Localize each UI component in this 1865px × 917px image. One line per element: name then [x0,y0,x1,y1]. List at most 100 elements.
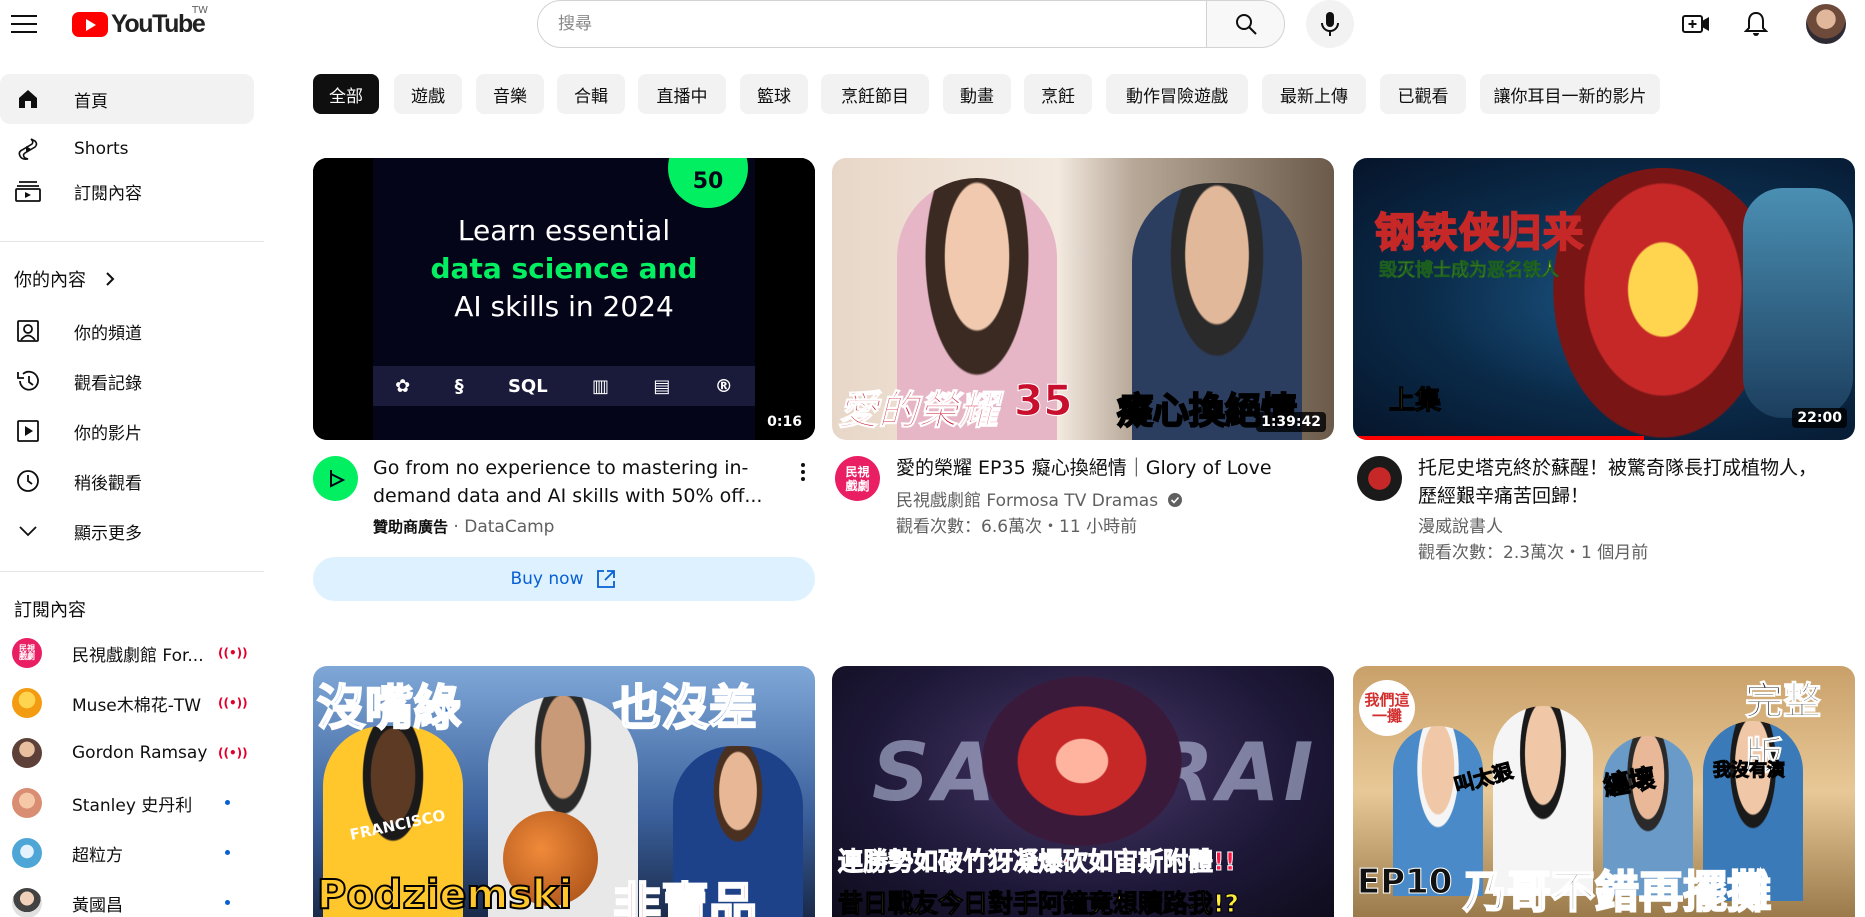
sidebar-subscription-channel[interactable]: 超粒方 [0,828,254,878]
live-indicator-icon: ((•)) [218,696,248,710]
thumbnail-overlay-tag: 上集 [1388,386,1442,417]
chip-watched[interactable]: 已觀看 [1380,74,1466,114]
video-thumbnail[interactable]: 愛的榮耀 35 癡心換絕情 1:39:42 [832,158,1334,440]
search-box[interactable] [537,0,1207,48]
account-avatar[interactable] [1806,4,1846,44]
buy-now-label: Buy now [510,569,584,589]
guide-menu-button[interactable] [4,4,44,44]
video-thumbnail[interactable]: 沒嘴綠 也沒差 FRANCISCO Podziemski 非賣品 [313,666,815,917]
voice-search-button[interactable] [1306,0,1354,48]
sidebar-item-show-more[interactable]: 顯示更多 [0,506,254,556]
verified-badge-icon [1168,493,1183,507]
chip-gaming[interactable]: 遊戲 [394,74,462,114]
openai-icon: ✿ [395,375,411,397]
search-button[interactable] [1206,0,1285,48]
you-section-link[interactable]: 你的內容 [14,266,120,292]
you-section-heading: 你的內容 [14,270,86,291]
chip-cooking-shows[interactable]: 烹飪節目 [821,74,929,114]
youtube-app: YouTube TW 首頁 Shor [0,0,1865,917]
video-thumbnail[interactable]: SAMURAI 連勝勢如破竹犽凝爆砍如宙斯附體!! 昔日戰友今日對手阿鐘竟想贖路… [832,666,1334,917]
sidebar-subscription-channel[interactable]: 黃國昌 [0,878,254,917]
iron-man-figure [1553,168,1773,438]
chip-action-adventure-games[interactable]: 動作冒險遊戲 [1106,74,1248,114]
live-indicator-icon: ((•)) [218,646,248,660]
sidebar-item-your-videos[interactable]: 你的影片 [0,406,254,456]
video-thumbnail[interactable]: 我們這一攤 完整版 叫太狠 纏壞 我沒有演 EP10 乃哥不錯再擺攤 [1353,666,1855,917]
sidebar-item-label: 稍後觀看 [74,473,142,494]
thumbnail-tool-icons: ✿ § SQL ▥ ▤ ® [373,366,755,406]
chip-new-to-you[interactable]: 讓你耳目一新的影片 [1480,74,1660,114]
video-thumbnail[interactable]: 钢铁侠归来 毁灭博士成为恶名铁人 上集 22:00 [1353,158,1855,440]
chip-recently-uploaded[interactable]: 最新上傳 [1262,74,1366,114]
chip-music[interactable]: 音樂 [476,74,544,114]
video-title[interactable]: Go from no experience to mastering in-de… [373,454,783,510]
thumbnail-line: data science and [430,252,698,285]
channel-avatar[interactable] [313,456,358,501]
chip-basketball[interactable]: 籃球 [740,74,808,114]
channel-avatar[interactable]: 民視 戲劇 [835,456,880,501]
channel-name[interactable]: 漫威說書人 [1418,514,1503,540]
subscription-name: 黃國昌 [72,895,123,916]
create-button[interactable] [1676,4,1716,44]
meta-separator: · [453,517,465,537]
sql-label: SQL [507,375,548,397]
buy-now-button[interactable]: Buy now [313,557,815,601]
thumbnail-overlay-text: 非賣品 [612,877,758,917]
sidebar-item-label: 顯示更多 [74,523,142,544]
chip-mixes[interactable]: 合輯 [557,74,625,114]
channel-avatar [12,788,42,818]
channel-avatar [12,688,42,718]
sidebar-subscription-channel[interactable]: Gordon Ramsay ((•)) [0,728,254,778]
chip-all[interactable]: 全部 [313,74,379,114]
microphone-icon [1321,12,1339,36]
sidebar-item-home[interactable]: 首頁 [0,74,254,124]
thumbnail-overlay-text: 昔日戰友今日對手阿鐘竟想贖路我!? [838,889,1240,917]
new-content-dot [225,900,230,905]
sidebar-item-your-channel[interactable]: 你的頻道 [0,306,254,356]
youtube-logo[interactable]: YouTube [72,10,206,38]
new-content-dot [225,850,230,855]
r-icon: ® [714,375,733,397]
search-input[interactable] [558,14,1206,34]
watch-later-icon [14,467,42,495]
sidebar-subscription-channel[interactable]: Stanley 史丹利 [0,778,254,828]
new-content-dot [225,800,230,805]
more-actions-button[interactable] [791,460,815,484]
letterbox-left [313,158,373,440]
villain-figure [1743,188,1853,418]
character-figure [982,676,1182,846]
video-title[interactable]: 托尼史塔克終於蘇醒！被驚奇隊長打成植物人，歷經艱辛痛苦回歸！ [1418,454,1818,510]
episode-label: EP10 [1356,862,1453,903]
chip-live[interactable]: 直播中 [638,74,726,114]
channel-name-row[interactable]: 民視戲劇館 Formosa TV Dramas [896,488,1183,514]
video-thumbnail[interactable]: 50 Learn essential data science and AI s… [313,158,815,440]
chip-animation[interactable]: 動畫 [943,74,1011,114]
sidebar-item-history[interactable]: 觀看記錄 [0,356,254,406]
ad-channel-name[interactable]: DataCamp [464,517,554,537]
sidebar-item-watch-later[interactable]: 稍後觀看 [0,456,254,506]
bell-icon [1744,11,1768,36]
notifications-button[interactable] [1736,4,1776,44]
channel-avatar[interactable] [1357,456,1402,501]
shorts-icon [14,135,42,163]
channel-icon [14,317,42,345]
thumbnail-overlay-title: 钢铁侠归来 [1374,209,1585,257]
video-duration: 22:00 [1792,408,1847,428]
region-code: TW [192,5,208,16]
chip-cooking[interactable]: 烹飪 [1024,74,1092,114]
excel-icon: ▤ [653,375,671,397]
channel-name[interactable]: 民視戲劇館 Formosa TV Dramas [896,491,1158,511]
video-title[interactable]: 愛的榮耀 EP35 癡心換絕情｜Glory of Love [896,454,1316,482]
your-videos-icon [14,417,42,445]
sidebar-item-label: 你的頻道 [74,323,142,344]
video-stats: 觀看次數：2.3萬次・1 個月前 [1418,543,1649,563]
channel-avatar [12,838,42,868]
sidebar-item-subscriptions[interactable]: 訂閱內容 [0,166,254,216]
sidebar-item-label: 觀看記錄 [74,373,142,394]
subscriptions-heading: 訂閱內容 [14,600,86,621]
video-duration: 1:39:42 [1256,412,1326,432]
subscription-name: 民視戲劇館 For... [72,645,204,666]
sidebar-subscription-channel[interactable]: 民視 戲劇 民視戲劇館 For... ((•)) [0,628,254,678]
history-icon [14,367,42,395]
sidebar-subscription-channel[interactable]: Muse木棉花-TW ((•)) [0,678,254,728]
